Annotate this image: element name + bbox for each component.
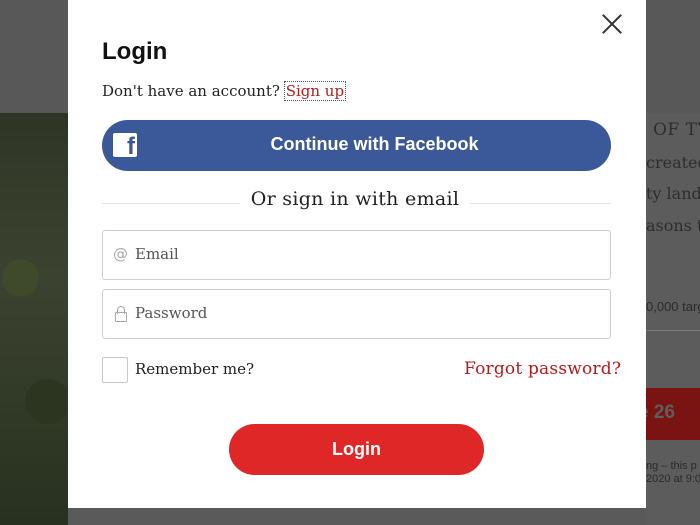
article-photo [0, 113, 68, 525]
background-cta-button: e 26 [638, 388, 700, 440]
divider-text: Or sign in with email [240, 188, 470, 210]
password-input[interactable] [135, 290, 595, 336]
password-field [102, 289, 611, 339]
article-text-line: OF TV [653, 120, 700, 140]
target-text: 0,000 targ [646, 299, 700, 314]
remember-me-checkbox[interactable] [102, 357, 128, 383]
footnote-line: 2020 at 9:0 [646, 473, 700, 485]
at-sign-icon: @ [113, 245, 128, 263]
email-input[interactable] [135, 231, 595, 277]
facebook-button-label: Continue with Facebook [270, 134, 479, 154]
footnote-line: ng – this p [646, 460, 697, 472]
login-button[interactable]: Login [229, 424, 484, 475]
article-text-line: asons th [646, 216, 700, 235]
signup-prompt: Don't have an account? [102, 82, 280, 100]
email-field: @ [102, 230, 611, 280]
forgot-password-link[interactable]: Forgot password? [464, 359, 621, 379]
signup-link[interactable]: Sign up [283, 81, 347, 101]
login-button-label: Login [332, 439, 381, 459]
divider [646, 330, 700, 331]
facebook-login-button[interactable]: f Continue with Facebook [102, 120, 611, 171]
article-text-line: created [646, 153, 700, 172]
remember-me-label[interactable]: Remember me? [135, 360, 254, 378]
article-text-line: ty land [646, 184, 700, 203]
signup-row: Don't have an account? Sign up [102, 81, 347, 101]
lock-icon [113, 305, 129, 322]
modal-title: Login [102, 38, 168, 65]
close-icon[interactable] [598, 10, 626, 38]
